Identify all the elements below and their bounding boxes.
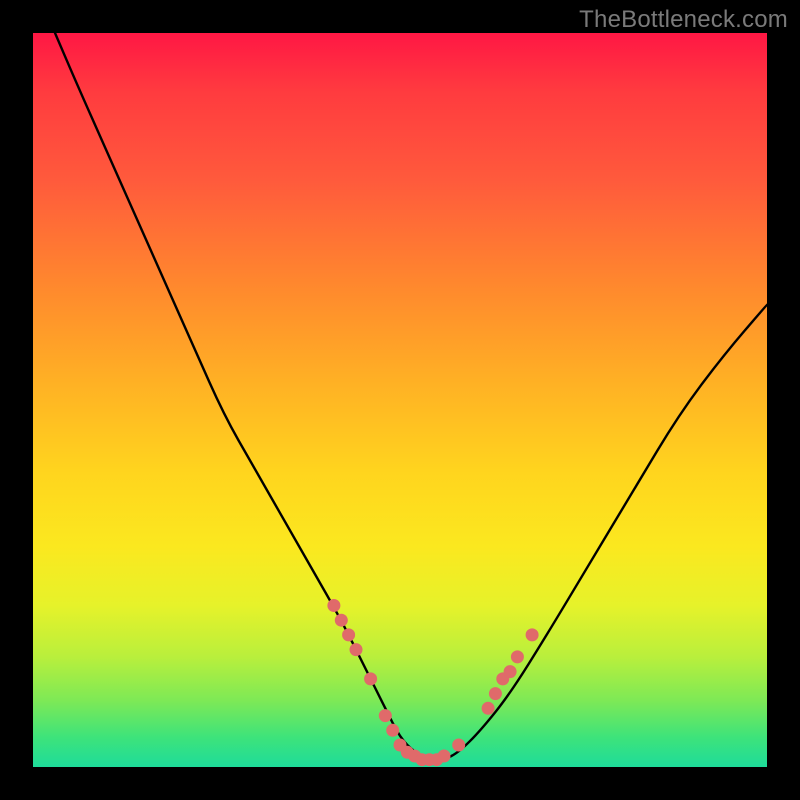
- highlight-dot: [526, 628, 539, 641]
- highlight-dot: [489, 687, 502, 700]
- highlight-dot: [327, 599, 340, 612]
- bottleneck-curve: [55, 33, 767, 760]
- highlight-dot: [386, 724, 399, 737]
- highlight-dot: [438, 750, 451, 763]
- highlight-dot: [482, 702, 495, 715]
- curve-layer: [33, 33, 767, 767]
- highlight-dot: [350, 643, 363, 656]
- highlight-dots: [327, 599, 538, 766]
- highlight-dot: [511, 650, 524, 663]
- watermark-text: TheBottleneck.com: [579, 6, 788, 34]
- highlight-dot: [364, 672, 377, 685]
- chart-frame: TheBottleneck.com: [0, 0, 800, 800]
- highlight-dot: [335, 614, 348, 627]
- highlight-dot: [379, 709, 392, 722]
- highlight-dot: [342, 628, 355, 641]
- highlight-dot: [452, 739, 465, 752]
- highlight-dot: [504, 665, 517, 678]
